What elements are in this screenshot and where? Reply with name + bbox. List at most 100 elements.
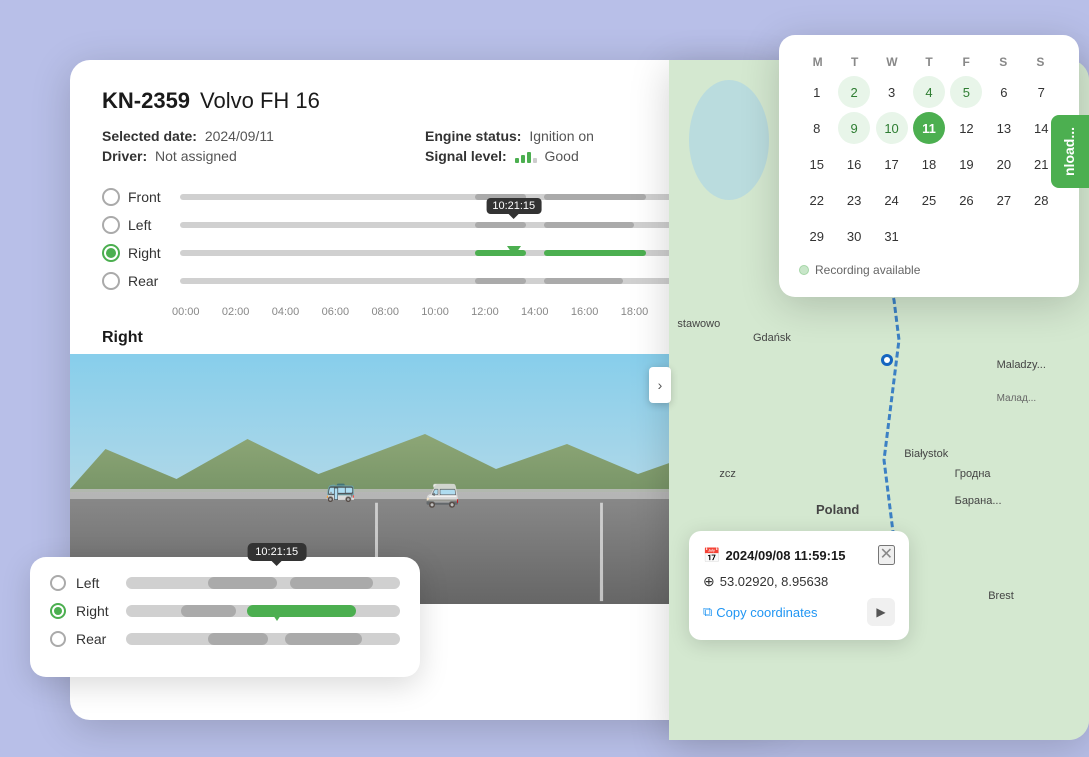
mini-label-left: Left [76,575,116,591]
timeline-left [180,218,748,232]
driver-field: Driver: Not assigned [102,148,425,164]
calendar-cell[interactable] [913,220,945,252]
calendar-cell[interactable]: 16 [838,148,870,180]
legend-dot [799,265,809,275]
vehicle-id: KN-2359 [102,88,190,114]
calendar-cell[interactable]: 10 [876,112,908,144]
calendar-cell[interactable]: 4 [913,76,945,108]
time-tooltip: 10:21:15 [486,198,541,214]
mini-label-right: Right [76,603,116,619]
divider-button[interactable]: › [649,367,671,403]
calendar-cell[interactable]: 15 [801,148,833,180]
calendar-cell[interactable]: 1 [801,76,833,108]
radio-front[interactable] [102,188,120,206]
calendar-cell[interactable]: 18 [913,148,945,180]
gps-date: 📅 2024/09/08 11:59:15 [703,547,845,564]
calendar-cell[interactable]: 23 [838,184,870,216]
camera-row-left[interactable]: Left [102,216,748,234]
signal-icon [515,152,537,163]
mini-camera-left[interactable]: Left 10:21:15 [50,575,400,591]
calendar-cell[interactable]: 9 [838,112,870,144]
radio-right[interactable] [102,244,120,262]
calendar-legend: Recording available [799,263,1059,277]
calendar-popup: M T W T F S S 12345678910111213141516171… [779,35,1079,297]
calendar-cell[interactable]: 12 [950,112,982,144]
vehicle-model: Volvo FH 16 [200,88,320,114]
selected-date-value: 2024/09/11 [205,128,274,144]
calendar-cell[interactable]: 28 [1025,184,1057,216]
calendar-cell[interactable]: 17 [876,148,908,180]
timeline-marker [507,246,521,256]
calendar-cell[interactable]: 27 [988,184,1020,216]
calendar-cell[interactable]: 31 [876,220,908,252]
vehicle-title: KN-2359 Volvo FH 16 [102,88,748,114]
copy-coordinates-button[interactable]: ⧉ Copy coordinates [703,604,817,620]
camera-label-right: Right [128,245,172,261]
camera-label-front: Front [128,189,172,205]
gps-popup-header: 📅 2024/09/08 11:59:15 ✕ [703,545,895,565]
calendar-cell[interactable]: 19 [950,148,982,180]
vehicle-van-icon: 🚐 [425,476,460,509]
timeline-rear [180,274,748,288]
mini-radio-right[interactable] [50,603,66,619]
gps-close-button[interactable]: ✕ [878,545,895,565]
mini-radio-rear[interactable] [50,631,66,647]
timeline-front [180,190,748,204]
engine-status-value: Ignition on [529,128,594,144]
camera-label-left: Left [128,217,172,233]
calendar-cell[interactable] [1025,220,1057,252]
mini-marker-right [271,612,283,621]
selected-date-field: Selected date: 2024/09/11 [102,128,425,144]
calendar-cell[interactable]: 25 [913,184,945,216]
timeline-right: 10:21:15 [180,246,748,260]
calendar-cell[interactable]: 2 [838,76,870,108]
calendar-cell[interactable]: 7 [1025,76,1057,108]
camera-row-right[interactable]: Right 10:21:15 [102,244,748,262]
calendar-cell[interactable]: 26 [950,184,982,216]
driver-label: Driver: [102,148,147,164]
mini-bar-left: 10:21:15 [126,577,400,589]
calendar-cell[interactable] [988,220,1020,252]
camera-row-front[interactable]: Front [102,188,748,206]
mini-camera-right[interactable]: Right [50,603,400,619]
selected-date-label: Selected date: [102,128,197,144]
calendar-cell[interactable]: 3 [876,76,908,108]
driver-value: Not assigned [155,148,237,164]
gps-popup: 📅 2024/09/08 11:59:15 ✕ ⊕ 53.02920, 8.95… [689,531,909,640]
calendar-cell[interactable] [950,220,982,252]
mini-bar-right [126,605,400,617]
mini-tooltip-left: 10:21:15 [247,543,306,561]
signal-label: Signal level: [425,148,507,164]
camera-label-rear: Rear [128,273,172,289]
signal-value: Good [544,148,578,164]
calendar-cell[interactable]: 5 [950,76,982,108]
time-axis: 00:00 02:00 04:00 06:00 08:00 10:00 12:0… [172,300,748,318]
mini-camera-rear[interactable]: Rear [50,631,400,647]
calendar-cell[interactable]: 30 [838,220,870,252]
calendar-grid: 1234567891011121314151617181920212223242… [799,75,1059,253]
calendar-cell[interactable]: 29 [801,220,833,252]
active-camera-name: Right [102,329,143,347]
mini-timeline-popup: Left 10:21:15 Right Rear [30,557,420,677]
calendar-cell[interactable]: 24 [876,184,908,216]
calendar-cell[interactable]: 8 [801,112,833,144]
mini-bar-rear [126,633,400,645]
vehicle-meta: Selected date: 2024/09/11 Engine status:… [102,128,748,164]
calendar-cell[interactable]: 6 [988,76,1020,108]
engine-status-label: Engine status: [425,128,521,144]
calendar-cell[interactable]: 13 [988,112,1020,144]
camera-row-rear[interactable]: Rear [102,272,748,290]
mini-radio-left[interactable] [50,575,66,591]
gps-play-button[interactable]: ▶ [867,598,895,626]
radio-rear[interactable] [102,272,120,290]
radio-left[interactable] [102,216,120,234]
calendar-day-headers: M T W T F S S [799,55,1059,69]
calendar-cell[interactable]: 20 [988,148,1020,180]
vehicle-van2-icon: 🚌 [326,475,356,504]
mini-label-rear: Rear [76,631,116,647]
calendar-cell[interactable]: 22 [801,184,833,216]
gps-coords: ⊕ 53.02920, 8.95638 [703,573,895,590]
download-button[interactable]: nload... [1051,115,1089,188]
gps-copy-row: ⧉ Copy coordinates ▶ [703,598,895,626]
calendar-cell[interactable]: 11 [913,112,945,144]
